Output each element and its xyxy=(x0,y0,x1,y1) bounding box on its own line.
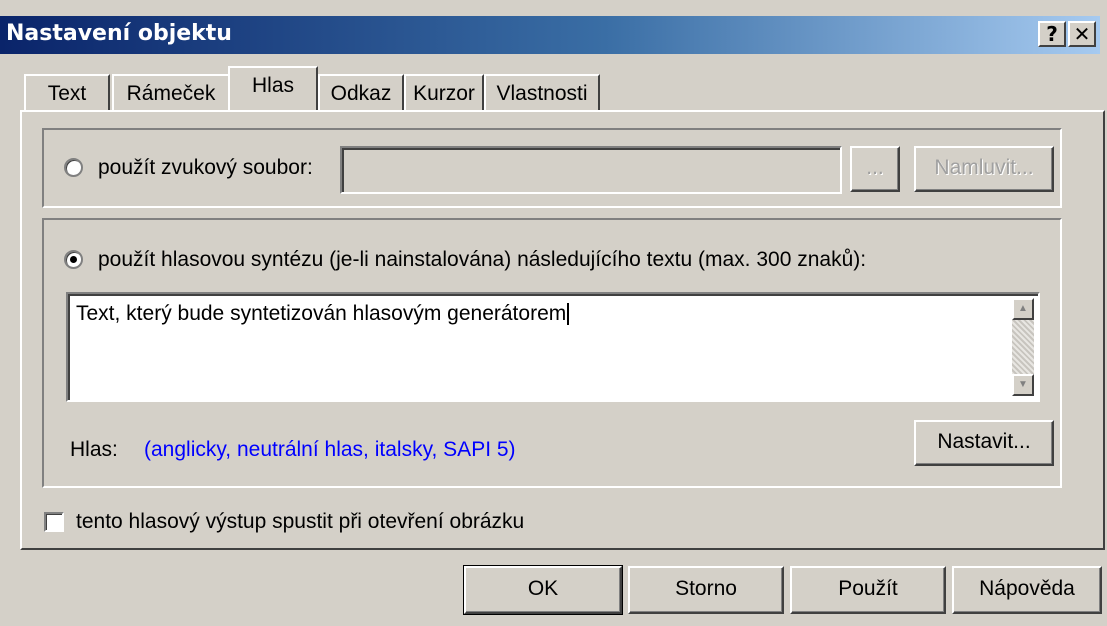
apply-button[interactable]: Použít xyxy=(790,566,946,614)
help-icon[interactable]: ? xyxy=(1038,21,1066,47)
tab-label: Text xyxy=(47,82,87,105)
voice-label: Hlas: xyxy=(70,438,118,461)
title-bar[interactable]: Nastavení objektu ? ✕ xyxy=(0,16,1100,54)
sound-file-radio-label: použít zvukový soubor: xyxy=(98,156,313,179)
object-settings-dialog: Nastavení objektu ? ✕ Text Rámeček Hlas … xyxy=(0,0,1107,626)
scroll-down-icon[interactable]: ▼ xyxy=(1012,374,1034,396)
tab-label: Odkaz xyxy=(330,82,392,105)
synthesis-radio-label: použít hlasovou syntézu (je-li nainstalo… xyxy=(98,248,867,271)
voice-value: (anglicky, neutrální hlas, italsky, SAPI… xyxy=(144,438,516,461)
voice-settings-button[interactable]: Nastavit... xyxy=(914,420,1054,466)
tab-ramecek[interactable]: Rámeček xyxy=(112,74,230,110)
tab-label: Rámeček xyxy=(126,82,216,105)
sound-file-radio[interactable] xyxy=(64,158,83,177)
text-area-scrollbar[interactable]: ▲ ▼ xyxy=(1012,298,1034,396)
synthesis-text-area[interactable]: Text, který bude syntetizován hlasovým g… xyxy=(66,292,1040,402)
browse-button[interactable]: ... xyxy=(850,146,900,192)
tab-label: Hlas xyxy=(251,74,294,97)
tab-label: Vlastnosti xyxy=(496,82,588,105)
tab-vlastnosti[interactable]: Vlastnosti xyxy=(484,74,600,110)
text-caret xyxy=(567,303,570,326)
autoplay-label: tento hlasový výstup spustit při otevřen… xyxy=(76,510,525,533)
tab-label: Kurzor xyxy=(413,82,475,105)
help-button[interactable]: Nápověda xyxy=(952,566,1102,614)
synthesis-radio[interactable] xyxy=(64,250,83,269)
window-title: Nastavení objektu xyxy=(6,21,232,46)
autoplay-checkbox[interactable] xyxy=(44,512,64,532)
scroll-up-icon[interactable]: ▲ xyxy=(1012,298,1034,320)
tab-text[interactable]: Text xyxy=(24,74,110,110)
synthesis-text-value: Text, který bude syntetizován hlasovým g… xyxy=(76,302,567,325)
sound-file-path-field[interactable] xyxy=(340,146,842,194)
tab-hlas[interactable]: Hlas xyxy=(228,66,318,110)
record-button[interactable]: Namluvit... xyxy=(914,146,1054,192)
scroll-track[interactable] xyxy=(1012,320,1034,374)
cancel-button[interactable]: Storno xyxy=(628,566,784,614)
tab-kurzor[interactable]: Kurzor xyxy=(404,74,484,110)
close-icon[interactable]: ✕ xyxy=(1068,21,1096,47)
tab-odkaz[interactable]: Odkaz xyxy=(318,74,404,110)
ok-button[interactable]: OK xyxy=(463,565,623,615)
radio-selected-dot xyxy=(70,256,77,263)
